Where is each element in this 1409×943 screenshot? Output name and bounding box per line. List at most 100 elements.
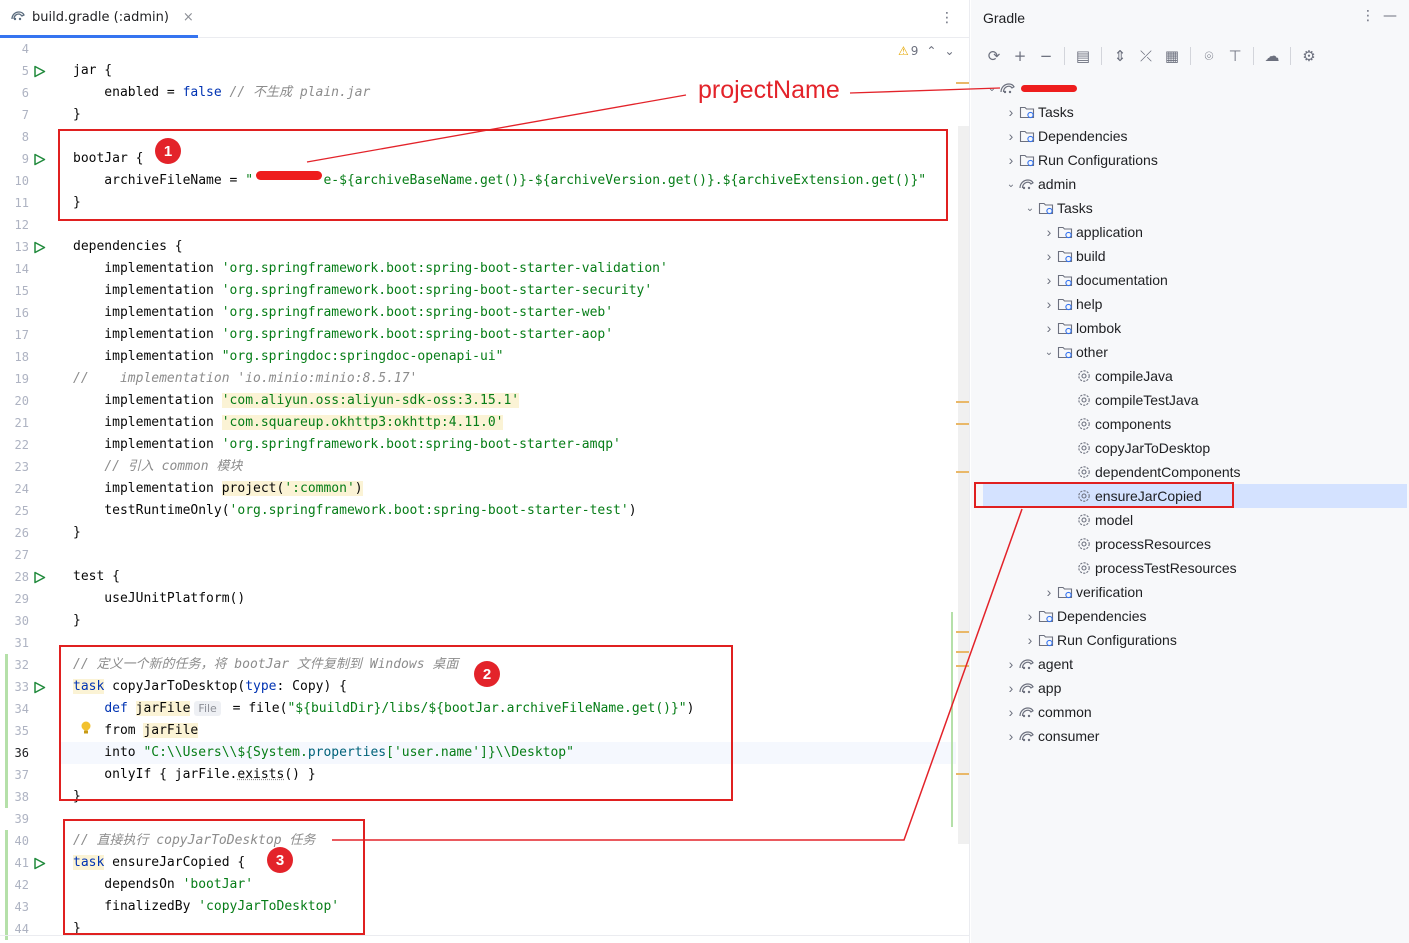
code-line[interactable]: archiveFileName = " e-${archiveBaseName.…: [73, 170, 926, 192]
code-line[interactable]: implementation 'org.springframework.boot…: [73, 302, 613, 324]
tree-node-model[interactable]: model: [971, 508, 1409, 532]
code-line[interactable]: useJUnitPlatform(): [73, 588, 245, 610]
tree-node-documentation[interactable]: › documentation: [971, 268, 1409, 292]
code-area[interactable]: jar { enabled = false // 不生成 plain.jar} b…: [0, 38, 958, 943]
error-stripe-mark[interactable]: [956, 471, 969, 473]
tree-node-verification[interactable]: › verification: [971, 580, 1409, 604]
chevron-right-icon[interactable]: ›: [1042, 224, 1056, 240]
code-line[interactable]: task copyJarToDesktop(type: Copy) {: [73, 676, 347, 698]
tree-node-help[interactable]: › help: [971, 292, 1409, 316]
error-stripe-mark[interactable]: [956, 401, 969, 403]
tree-node-processtestresources[interactable]: processTestResources: [971, 556, 1409, 580]
chevron-down-icon[interactable]: ⌄: [1004, 179, 1018, 190]
code-line[interactable]: bootJar {: [73, 148, 143, 170]
code-line[interactable]: dependsOn 'bootJar': [73, 874, 253, 896]
chevron-right-icon[interactable]: ›: [1042, 272, 1056, 288]
inspection-widget[interactable]: ⚠ 9 ⌃ ⌄: [898, 44, 955, 58]
execute-task-icon[interactable]: ▤: [1070, 43, 1096, 69]
tree-node-tasks[interactable]: › Tasks: [971, 100, 1409, 124]
tree-node-consumer[interactable]: › consumer: [971, 724, 1409, 748]
code-line[interactable]: into "C:\\Users\\${System.properties['us…: [60, 742, 956, 764]
tree-node-tasks[interactable]: ⌄ Tasks: [971, 196, 1409, 220]
minimize-icon[interactable]: —: [1383, 8, 1397, 24]
tree-node-ensurejarcopied[interactable]: ensureJarCopied: [983, 484, 1407, 508]
code-line[interactable]: // 引入 common 模块: [73, 456, 242, 478]
tree-node-dependencies[interactable]: › Dependencies: [971, 604, 1409, 628]
code-line[interactable]: from jarFile: [73, 720, 199, 742]
tree-node-other[interactable]: ⌄ other: [971, 340, 1409, 364]
code-line[interactable]: implementation 'org.springframework.boot…: [73, 434, 621, 456]
chevron-right-icon[interactable]: ›: [1004, 704, 1018, 720]
code-line[interactable]: // 直接执行 copyJarToDesktop 任务: [73, 830, 315, 852]
code-line[interactable]: dependencies {: [73, 236, 183, 258]
chevron-right-icon[interactable]: ›: [1004, 728, 1018, 744]
code-line[interactable]: implementation project(':common'): [73, 478, 363, 500]
error-stripe-mark[interactable]: [956, 423, 969, 425]
chevron-right-icon[interactable]: ›: [1004, 656, 1018, 672]
chevron-right-icon[interactable]: ›: [1042, 296, 1056, 312]
tree-node-components[interactable]: components: [971, 412, 1409, 436]
code-line[interactable]: onlyIf { jarFile.exists() }: [73, 764, 315, 786]
chevron-right-icon[interactable]: ›: [1042, 584, 1056, 600]
editor-tab-build-gradle[interactable]: build.gradle (:admin) ×: [0, 0, 198, 38]
code-line[interactable]: implementation 'org.springframework.boot…: [73, 324, 613, 346]
code-line[interactable]: implementation 'com.squareup.okhttp3:okh…: [73, 412, 504, 434]
tree-node-copyjartodesktop[interactable]: copyJarToDesktop: [971, 436, 1409, 460]
offline-mode-icon[interactable]: ☁: [1259, 43, 1285, 69]
error-stripe-mark[interactable]: [956, 651, 969, 653]
toggle-offline-icon[interactable]: ⌾: [1196, 43, 1222, 69]
settings-icon[interactable]: ⚙: [1296, 43, 1322, 69]
code-line[interactable]: def jarFile File = file("${buildDir}/libs…: [73, 698, 694, 720]
collapse-all-icon[interactable]: ⤫: [1133, 43, 1159, 69]
error-stripe-mark[interactable]: [956, 82, 969, 84]
error-stripe-mark[interactable]: [956, 631, 969, 633]
remove-icon[interactable]: −: [1033, 43, 1059, 69]
refresh-icon[interactable]: ⟳: [981, 43, 1007, 69]
error-stripe-mark[interactable]: [956, 773, 969, 775]
code-line[interactable]: }: [73, 786, 81, 808]
chevron-right-icon[interactable]: ›: [1004, 104, 1018, 120]
code-line[interactable]: implementation 'com.aliyun.oss:aliyun-sd…: [73, 390, 520, 412]
tree-node-application[interactable]: › application: [971, 220, 1409, 244]
tree-node-admin[interactable]: ⌄ admin: [971, 172, 1409, 196]
next-highlight-icon[interactable]: ⌄: [944, 44, 954, 58]
code-line[interactable]: test {: [73, 566, 120, 588]
tree-node-common[interactable]: › common: [971, 700, 1409, 724]
chevron-right-icon[interactable]: ›: [1023, 632, 1037, 648]
tree-node-run-configurations[interactable]: › Run Configurations: [971, 148, 1409, 172]
tree-node-build[interactable]: › build: [971, 244, 1409, 268]
code-line[interactable]: task ensureJarCopied {: [73, 852, 245, 874]
code-line[interactable]: implementation 'org.springframework.boot…: [73, 280, 652, 302]
chevron-right-icon[interactable]: ›: [1042, 320, 1056, 336]
tree-node-compiletestjava[interactable]: compileTestJava: [971, 388, 1409, 412]
code-line[interactable]: }: [73, 522, 81, 544]
code-line[interactable]: }: [73, 610, 81, 632]
chevron-right-icon[interactable]: ›: [1042, 248, 1056, 264]
code-line[interactable]: }: [73, 104, 81, 126]
tree-node-run-configurations[interactable]: › Run Configurations: [971, 628, 1409, 652]
tree-node-root[interactable]: ⌄: [971, 76, 1409, 100]
tree-node-agent[interactable]: › agent: [971, 652, 1409, 676]
code-line[interactable]: // 定义一个新的任务，将 bootJar 文件复制到 Windows 桌面: [73, 654, 458, 676]
code-line[interactable]: enabled = false // 不生成 plain.jar: [73, 82, 370, 104]
chevron-down-icon[interactable]: ⌄: [1042, 347, 1056, 358]
previous-highlight-icon[interactable]: ⌃: [926, 44, 936, 58]
code-line[interactable]: testRuntimeOnly('org.springframework.boo…: [73, 500, 636, 522]
analyze-deps-icon[interactable]: ▦: [1159, 43, 1185, 69]
add-icon[interactable]: +: [1007, 43, 1033, 69]
code-line[interactable]: // implementation 'io.minio:minio:8.5.17…: [73, 368, 417, 390]
show-task-icon[interactable]: ⊤: [1222, 43, 1248, 69]
chevron-right-icon[interactable]: ›: [1004, 128, 1018, 144]
more-options-icon[interactable]: ⋮: [1361, 8, 1375, 24]
chevron-right-icon[interactable]: ›: [1004, 680, 1018, 696]
code-line[interactable]: implementation 'org.springframework.boot…: [73, 258, 668, 280]
code-line[interactable]: }: [73, 192, 81, 214]
tree-node-processresources[interactable]: processResources: [971, 532, 1409, 556]
chevron-right-icon[interactable]: ›: [1023, 608, 1037, 624]
chevron-down-icon[interactable]: ⌄: [1023, 203, 1037, 214]
error-stripe-mark[interactable]: [956, 665, 969, 667]
code-line[interactable]: implementation "org.springdoc:springdoc-…: [73, 346, 503, 368]
expand-all-icon[interactable]: ⇕: [1107, 43, 1133, 69]
close-icon[interactable]: ×: [183, 10, 194, 25]
code-line[interactable]: jar {: [73, 60, 112, 82]
